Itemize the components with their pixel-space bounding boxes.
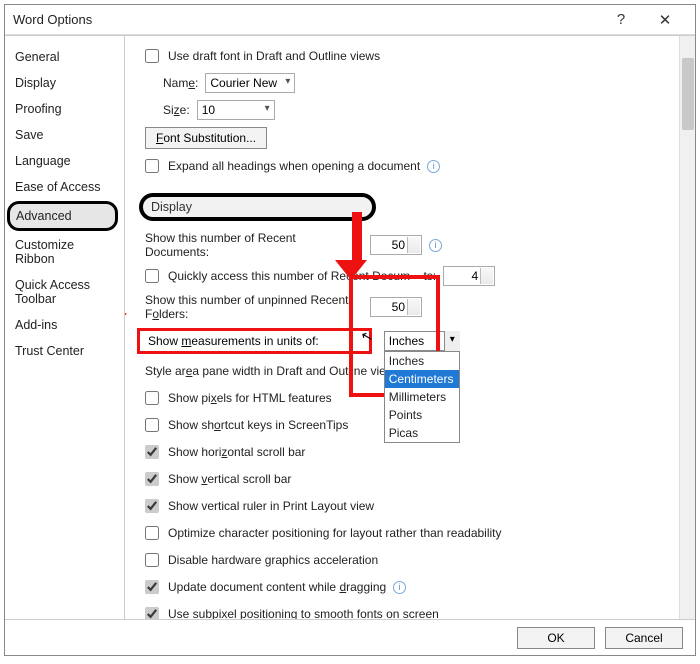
row-use-draft-font: Use draft font in Draft and Outline view… — [145, 46, 667, 66]
label-unpinned-folders: Show this number of unpinned Recent Fold… — [145, 293, 363, 321]
select-font-name[interactable]: Courier New — [205, 73, 295, 93]
row-measurements: Show measurements in units of: Inches ▾ … — [145, 328, 667, 354]
select-font-size[interactable]: 10 — [197, 100, 275, 120]
dialog-body: General Display Proofing Save Language E… — [5, 35, 695, 619]
option-inches[interactable]: Inches — [385, 352, 459, 370]
label-quick-access: Quickly access this number of Recent Doc… — [168, 269, 436, 283]
input-recent-docs[interactable]: 50 — [370, 235, 422, 255]
row-subpixel: Use subpixel positioning to smooth fonts… — [145, 604, 667, 619]
annotation-arrow-right — [125, 306, 127, 322]
label-use-draft-font: Use draft font in Draft and Outline view… — [168, 49, 380, 63]
checkbox-v-scroll[interactable] — [145, 472, 159, 486]
sidebar-item-add-ins[interactable]: Add-ins — [5, 312, 124, 338]
sidebar-item-save[interactable]: Save — [5, 122, 124, 148]
label-expand-headings: Expand all headings when opening a docum… — [168, 159, 420, 173]
row-font-name: Name: Courier New — [145, 73, 667, 93]
value-font-name: Courier New — [210, 76, 277, 90]
content-panel: Use draft font in Draft and Outline view… — [125, 36, 679, 619]
sidebar-item-quick-access-toolbar[interactable]: Quick Access Toolbar — [5, 272, 124, 312]
chevron-down-icon[interactable]: ▾ — [444, 331, 460, 351]
sidebar-item-ease-of-access[interactable]: Ease of Access — [5, 174, 124, 200]
label-subpixel: Use subpixel positioning to smooth fonts… — [168, 607, 439, 619]
label-h-scroll: Show horizontal scroll bar — [168, 445, 305, 459]
window-title: Word Options — [13, 12, 599, 27]
row-recent-docs: Show this number of Recent Documents: 50… — [145, 231, 667, 259]
input-unpinned-folders[interactable]: 50 — [370, 297, 422, 317]
label-pixels-html: Show pixels for HTML features — [168, 391, 332, 405]
option-centimeters[interactable]: Centimeters — [385, 370, 459, 388]
info-icon[interactable]: i — [429, 239, 442, 252]
checkbox-expand-headings[interactable] — [145, 159, 159, 173]
checkbox-optimize-char[interactable] — [145, 526, 159, 540]
option-picas[interactable]: Picas — [385, 424, 459, 442]
label-disable-hw: Disable hardware graphics acceleration — [168, 553, 378, 567]
sidebar-item-proofing[interactable]: Proofing — [5, 96, 124, 122]
option-points[interactable]: Points — [385, 406, 459, 424]
info-icon[interactable]: i — [393, 581, 406, 594]
row-font-substitution: Font Substitution... — [145, 127, 667, 149]
checkbox-pixels-html[interactable] — [145, 391, 159, 405]
row-disable-hw: Disable hardware graphics acceleration — [145, 550, 667, 570]
row-h-scroll: Show horizontal scroll bar — [145, 442, 667, 462]
row-font-size: Size: 10 — [145, 100, 667, 120]
value-font-size: 10 — [202, 103, 215, 117]
content-wrap: Use draft font in Draft and Outline view… — [125, 36, 695, 619]
label-update-drag: Update document content while dragging — [168, 580, 386, 594]
row-expand-headings: Expand all headings when opening a docum… — [145, 156, 667, 176]
titlebar: Word Options ? ✕ — [5, 5, 695, 35]
checkbox-quick-access[interactable] — [145, 269, 159, 283]
ok-button[interactable]: OK — [517, 627, 595, 649]
sidebar-item-customize-ribbon[interactable]: Customize Ribbon — [5, 232, 124, 272]
sidebar-item-trust-center[interactable]: Trust Center — [5, 338, 124, 364]
dropdown-units-list: Inches Centimeters Millimeters Points Pi… — [384, 351, 460, 443]
cancel-button[interactable]: Cancel — [605, 627, 683, 649]
checkbox-update-drag[interactable] — [145, 580, 159, 594]
option-millimeters[interactable]: Millimeters — [385, 388, 459, 406]
label-optimize-char: Optimize character positioning for layou… — [168, 526, 502, 540]
label-name: Name: — [163, 76, 198, 90]
row-quick-access: Quickly access this number of Recent Doc… — [145, 266, 667, 286]
sidebar-item-language[interactable]: Language — [5, 148, 124, 174]
scrollbar-thumb[interactable] — [682, 58, 694, 130]
info-icon[interactable]: i — [427, 160, 440, 173]
label-recent-docs: Show this number of Recent Documents: — [145, 231, 363, 259]
checkbox-subpixel[interactable] — [145, 607, 159, 619]
sidebar-item-general[interactable]: General — [5, 44, 124, 70]
input-quick-access[interactable]: 4 — [443, 266, 495, 286]
label-v-ruler: Show vertical ruler in Print Layout view — [168, 499, 374, 513]
section-header-display: Display — [139, 193, 376, 221]
sidebar: General Display Proofing Save Language E… — [5, 36, 125, 619]
close-icon[interactable]: ✕ — [643, 11, 687, 29]
checkbox-h-scroll[interactable] — [145, 445, 159, 459]
dropdown-units[interactable]: Inches ▾ Inches Centimeters Millimeters … — [384, 331, 460, 351]
label-v-scroll: Show vertical scroll bar — [168, 472, 291, 486]
label-size: Size: — [163, 103, 190, 117]
row-optimize-char: Optimize character positioning for layou… — [145, 523, 667, 543]
word-options-window: Word Options ? ✕ General Display Proofin… — [4, 4, 696, 656]
row-update-drag: Update document content while dragging i — [145, 577, 667, 597]
sidebar-item-display[interactable]: Display — [5, 70, 124, 96]
scrollbar-vertical[interactable] — [679, 36, 695, 619]
checkbox-disable-hw[interactable] — [145, 553, 159, 567]
label-shortcut-keys: Show shortcut keys in ScreenTips — [168, 418, 348, 432]
checkbox-v-ruler[interactable] — [145, 499, 159, 513]
checkbox-shortcut-keys[interactable] — [145, 418, 159, 432]
sidebar-item-advanced[interactable]: Advanced — [7, 201, 118, 231]
checkbox-use-draft-font[interactable] — [145, 49, 159, 63]
font-substitution-button[interactable]: Font Substitution... — [145, 127, 267, 149]
row-unpinned-folders: Show this number of unpinned Recent Fold… — [145, 293, 667, 321]
label-style-area: Style area pane width in Draft and Outli… — [145, 364, 404, 378]
label-measurements: Show measurements in units of: — [148, 334, 319, 348]
help-icon[interactable]: ? — [599, 11, 643, 28]
row-v-scroll: Show vertical scroll bar — [145, 469, 667, 489]
annotation-redbox-label: Show measurements in units of: — [137, 328, 372, 354]
row-v-ruler: Show vertical ruler in Print Layout view — [145, 496, 667, 516]
dialog-footer: OK Cancel — [5, 619, 695, 655]
